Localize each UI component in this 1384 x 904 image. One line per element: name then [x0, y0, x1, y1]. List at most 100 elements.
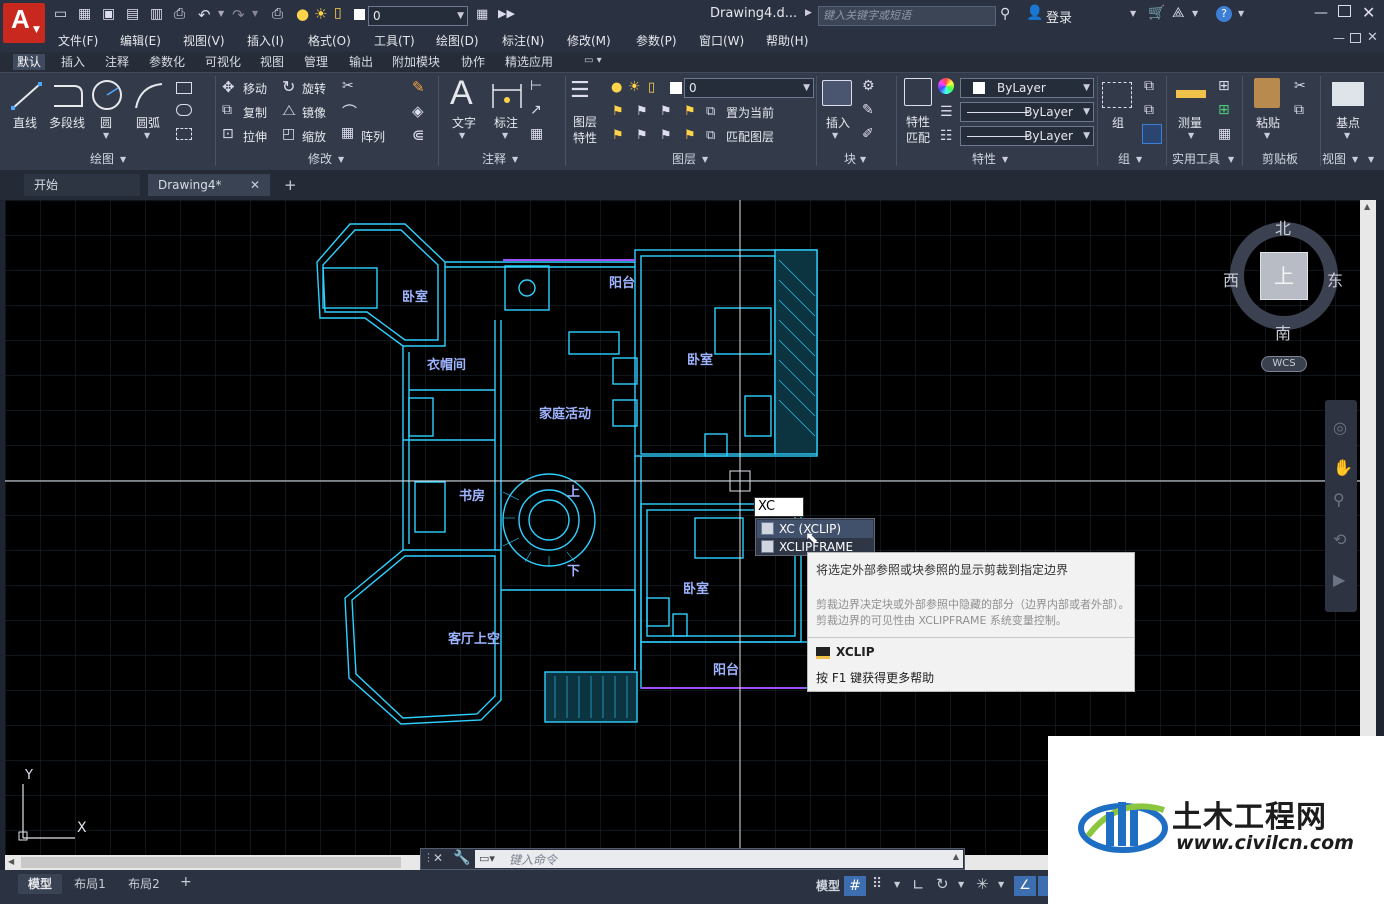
scroll-up-icon[interactable]: ▲: [1364, 202, 1370, 211]
plot-icon[interactable]: ⎙: [272, 6, 283, 22]
new-file-icon[interactable]: ▭: [54, 6, 67, 22]
login-button[interactable]: 登录: [1046, 7, 1072, 26]
vertical-scrollbar[interactable]: ▲: [1360, 200, 1376, 736]
menu-modify[interactable]: 修改(M): [567, 32, 611, 50]
tab-drawing4[interactable]: Drawing4* ✕: [148, 174, 270, 196]
new-tab-icon[interactable]: +: [284, 176, 297, 194]
tab-start[interactable]: 开始: [24, 174, 140, 196]
scroll-left-icon[interactable]: ◀: [8, 857, 14, 866]
snap-icon[interactable]: ⠿: [872, 876, 882, 892]
a360-dropdown-icon[interactable]: ▼: [1192, 9, 1198, 18]
snap-dropdown-icon[interactable]: ▼: [894, 880, 900, 889]
menu-view[interactable]: 视图(V): [183, 32, 225, 50]
tab-insert[interactable]: 插入: [61, 54, 85, 70]
compass-north[interactable]: 北: [1275, 215, 1291, 239]
tab-output[interactable]: 输出: [349, 54, 373, 70]
cart-icon[interactable]: 🛒: [1148, 5, 1165, 21]
menu-draw[interactable]: 绘图(D): [436, 32, 479, 50]
save-icon[interactable]: ▣: [102, 6, 115, 22]
help-icon[interactable]: ?: [1216, 6, 1232, 22]
light-bulb-icon[interactable]: ●: [296, 5, 309, 23]
command-settings-icon[interactable]: 🔧: [453, 850, 470, 866]
menu-help[interactable]: 帮助(H): [766, 32, 808, 50]
search-input[interactable]: 键入关键字或短语: [818, 6, 996, 26]
doc-restore-icon[interactable]: [1350, 33, 1361, 43]
zoom-icon[interactable]: ⚲: [1333, 490, 1345, 509]
menu-window[interactable]: 窗口(W): [699, 32, 744, 50]
compass-west[interactable]: 西: [1223, 267, 1239, 291]
command-input[interactable]: ▭▾ 键入命令 ▲: [475, 850, 963, 868]
tab-annotate[interactable]: 注释: [105, 54, 129, 70]
add-layout-icon[interactable]: +: [180, 874, 192, 890]
menu-tools[interactable]: 工具(T): [374, 32, 415, 50]
tab-addins[interactable]: 附加模块: [392, 54, 440, 70]
sun-icon[interactable]: ☀: [314, 5, 327, 23]
a360-icon[interactable]: ⟁: [1172, 5, 1185, 21]
publish-icon[interactable]: ▥: [150, 6, 163, 22]
tab-collaborate[interactable]: 协作: [461, 54, 485, 70]
pan-icon[interactable]: ✋: [1333, 458, 1353, 477]
showmotion-icon[interactable]: ▶: [1333, 570, 1345, 589]
doc-close-icon[interactable]: ✕: [1367, 30, 1378, 45]
doc-minimize-icon[interactable]: —: [1333, 31, 1345, 45]
layout-tab-layout1[interactable]: 布局1: [66, 874, 114, 894]
compass-south[interactable]: 南: [1275, 320, 1291, 344]
close-tab-icon[interactable]: ✕: [250, 174, 260, 196]
menu-insert[interactable]: 插入(I): [247, 32, 284, 50]
expand-qat-icon[interactable]: ▶▶: [498, 7, 515, 20]
tab-visualize[interactable]: 可视化: [205, 54, 241, 70]
grid-toggle-icon[interactable]: #: [844, 876, 866, 896]
layout-tab-model[interactable]: 模型: [18, 874, 62, 894]
user-icon[interactable]: 👤: [1026, 5, 1043, 21]
tab-featured[interactable]: 精选应用: [505, 54, 553, 70]
help-dropdown-icon[interactable]: ▼: [1238, 9, 1244, 18]
open-file-icon[interactable]: ▦: [78, 6, 91, 22]
minimize-icon[interactable]: —: [1314, 5, 1328, 21]
isodraft-icon[interactable]: ✳: [976, 875, 989, 893]
wcs-menu[interactable]: WCS: [1261, 356, 1307, 372]
orbit-icon[interactable]: ⟲: [1333, 530, 1346, 549]
dynamic-input-field[interactable]: XC: [754, 497, 804, 517]
dynamic-input-value: XC: [758, 499, 776, 514]
viewcube-top-face[interactable]: 上: [1260, 252, 1308, 300]
menu-file[interactable]: 文件(F): [58, 32, 98, 50]
model-space-button[interactable]: 模型: [816, 876, 840, 896]
command-history-icon[interactable]: ▲: [953, 852, 959, 861]
menu-edit[interactable]: 编辑(E): [120, 32, 161, 50]
tab-home[interactable]: 默认: [13, 54, 46, 70]
binoculars-icon[interactable]: ⚲: [1000, 6, 1010, 22]
redo-icon[interactable]: ↷: [232, 6, 245, 24]
close-icon[interactable]: ✕: [1362, 3, 1375, 22]
compass-east[interactable]: 东: [1327, 267, 1343, 291]
menu-parametric[interactable]: 参数(P): [636, 32, 677, 50]
object-snap-tracking-icon[interactable]: ∠: [1014, 876, 1036, 896]
polar-dropdown-icon[interactable]: ▼: [958, 880, 964, 889]
qat-layer-combo[interactable]: 0 ▼: [368, 6, 468, 26]
layout-tab-layout2[interactable]: 布局2: [120, 874, 168, 894]
menu-dimension[interactable]: 标注(N): [502, 32, 544, 50]
ribbon-toggle-icon[interactable]: ▭ ▾: [584, 55, 602, 66]
save-as-icon[interactable]: ▤: [126, 6, 139, 22]
print-icon[interactable]: ⎙: [174, 6, 185, 22]
tab-view[interactable]: 视图: [260, 54, 284, 70]
command-close-icon[interactable]: ✕: [433, 851, 443, 865]
polar-icon[interactable]: ↻: [936, 875, 949, 893]
maximize-icon[interactable]: [1338, 5, 1351, 17]
workspace-icon[interactable]: ▦: [476, 7, 488, 22]
menu-format[interactable]: 格式(O): [308, 32, 351, 50]
undo-dropdown-icon[interactable]: ▼: [218, 9, 224, 18]
isodraft-dropdown-icon[interactable]: ▼: [998, 880, 1004, 889]
steering-wheel-icon[interactable]: ◎: [1333, 418, 1347, 437]
tab-manage[interactable]: 管理: [304, 54, 328, 70]
redo-dropdown-icon[interactable]: ▼: [252, 9, 258, 18]
object-snap-icon[interactable]: [1038, 876, 1048, 896]
tooltip-detail: 剪裁边界决定块或外部参照中隐藏的部分（边界内部或者外部）。剪裁边界的可见性由 X…: [816, 598, 1130, 627]
undo-icon[interactable]: ↶: [198, 6, 211, 24]
tab-parametric[interactable]: 参数化: [149, 54, 185, 70]
scroll-thumb[interactable]: [21, 857, 401, 868]
login-dropdown-icon[interactable]: ▼: [1130, 9, 1136, 18]
app-logo-button[interactable]: A ▼: [3, 3, 45, 43]
ortho-icon[interactable]: ∟: [912, 876, 925, 894]
lock-icon[interactable]: ▯: [334, 5, 342, 21]
command-placeholder: 键入命令: [509, 853, 558, 867]
